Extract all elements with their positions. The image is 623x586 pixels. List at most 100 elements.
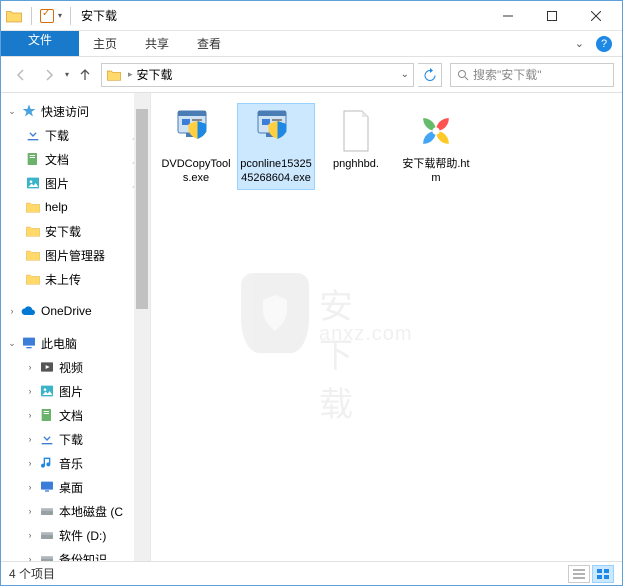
music-icon	[39, 455, 55, 471]
cloud-icon	[21, 303, 37, 319]
navigation-bar: ▾ ▸ 安下载 ⌄ 搜索"安下载"	[1, 57, 622, 93]
refresh-icon	[423, 68, 436, 81]
folder-icon	[25, 271, 41, 287]
expand-icon[interactable]: ›	[25, 530, 35, 540]
status-text: 4 个项目	[9, 565, 55, 582]
sidebar-item-备份知识[interactable]: ›备份知识	[1, 547, 150, 561]
history-dropdown-icon[interactable]: ▾	[65, 70, 69, 79]
desktop-icon	[39, 479, 55, 495]
sidebar-item-下载[interactable]: › 下载	[1, 427, 150, 451]
expand-icon[interactable]: ›	[25, 458, 35, 468]
scrollbar-thumb[interactable]	[136, 109, 148, 309]
minimize-button[interactable]	[486, 2, 530, 30]
properties-icon[interactable]	[40, 9, 54, 23]
sidebar-item-文档[interactable]: 文档📌	[1, 147, 150, 171]
details-icon	[573, 569, 585, 579]
sidebar-item-图片[interactable]: 图片📌	[1, 171, 150, 195]
expand-ribbon-icon[interactable]: ⌄	[575, 37, 584, 50]
refresh-button[interactable]	[418, 63, 442, 87]
sidebar-item-label: 下载	[45, 127, 69, 144]
window-controls	[486, 2, 618, 30]
tab-share[interactable]: 共享	[131, 31, 183, 56]
quick-access-toolbar: ▾	[5, 7, 75, 25]
search-icon	[457, 69, 469, 81]
watermark: 安下载 anxz.com	[241, 273, 309, 353]
collapse-icon[interactable]: ⌄	[7, 106, 17, 117]
details-view-button[interactable]	[568, 565, 590, 583]
sidebar-scrollbar[interactable]	[134, 93, 150, 561]
forward-button[interactable]	[37, 63, 61, 87]
file-item[interactable]: 安下载帮助.htm	[397, 103, 475, 190]
ribbon-right: ⌄ ?	[575, 31, 622, 56]
drive-icon	[39, 503, 55, 519]
drive-icon	[39, 527, 55, 543]
tab-view[interactable]: 查看	[183, 31, 235, 56]
videos-icon	[39, 359, 55, 375]
sidebar-item-label: 下载	[59, 431, 83, 448]
expand-icon[interactable]: ›	[7, 306, 17, 316]
pc-icon	[21, 335, 37, 351]
sidebar-item-label: help	[45, 200, 68, 214]
sidebar-item-下载[interactable]: 下载📌	[1, 123, 150, 147]
expand-icon[interactable]: ›	[25, 506, 35, 516]
expand-icon[interactable]: ›	[25, 362, 35, 372]
sidebar-item-安下载[interactable]: 安下载	[1, 219, 150, 243]
sidebar-item-文档[interactable]: ›文档	[1, 403, 150, 427]
expand-icon[interactable]: ›	[25, 386, 35, 396]
collapse-icon[interactable]: ⌄	[7, 338, 17, 349]
file-item[interactable]: pconline1532545268604.exe	[237, 103, 315, 190]
expand-icon[interactable]: ›	[25, 554, 35, 561]
exe-shield-icon	[172, 107, 220, 155]
drive-icon	[39, 551, 55, 561]
sidebar-quick-access[interactable]: ⌄ 快速访问	[1, 99, 150, 123]
status-bar: 4 个项目	[1, 561, 622, 585]
sidebar-item-label: 本地磁盘 (C	[59, 503, 123, 520]
folder-icon	[5, 7, 23, 25]
sidebar-item-图片[interactable]: ›图片	[1, 379, 150, 403]
file-name: pconline1532545268604.exe	[239, 157, 313, 186]
up-button[interactable]	[73, 63, 97, 87]
file-item[interactable]: DVDCopyTools.exe	[157, 103, 235, 190]
sidebar-item-本地磁盘 (C[interactable]: › 本地磁盘 (C	[1, 499, 150, 523]
expand-icon[interactable]: ›	[25, 482, 35, 492]
sidebar-item-help[interactable]: help	[1, 195, 150, 219]
sidebar-item-图片管理器[interactable]: 图片管理器	[1, 243, 150, 267]
qat-dropdown-icon[interactable]: ▾	[58, 11, 62, 20]
file-list-pane[interactable]: DVDCopyTools.exepconline1532545268604.ex…	[151, 93, 622, 561]
folder-icon	[106, 67, 122, 83]
navigation-pane: ⌄ 快速访问 下载📌文档📌图片📌 help 安下载图片管理器未上传 › OneDri…	[1, 93, 151, 561]
back-button[interactable]	[9, 63, 33, 87]
tab-home[interactable]: 主页	[79, 31, 131, 56]
watermark-text-1: 安下载	[319, 279, 355, 426]
icons-view-button[interactable]	[592, 565, 614, 583]
sidebar-item-label: 文档	[45, 151, 69, 168]
download-icon	[25, 127, 41, 143]
star-icon	[21, 103, 37, 119]
sidebar-item-label: 视频	[59, 359, 83, 376]
search-box[interactable]: 搜索"安下载"	[450, 63, 614, 87]
maximize-button[interactable]	[530, 2, 574, 30]
expand-icon[interactable]: ›	[25, 410, 35, 420]
pictures-icon	[25, 175, 41, 191]
address-dropdown-icon[interactable]: ⌄	[401, 69, 409, 80]
breadcrumb-item[interactable]: 安下载	[135, 66, 175, 83]
file-item[interactable]: pnghhbd.	[317, 103, 395, 190]
chevron-right-icon[interactable]: ▸	[126, 69, 135, 80]
address-bar[interactable]: ▸ 安下载 ⌄	[101, 63, 414, 87]
sidebar-item-桌面[interactable]: ›桌面	[1, 475, 150, 499]
separator	[70, 7, 71, 25]
separator	[31, 7, 32, 25]
sidebar-this-pc[interactable]: ⌄ 此电脑	[1, 331, 150, 355]
file-name: 安下载帮助.htm	[399, 157, 473, 186]
sidebar-item-未上传[interactable]: 未上传	[1, 267, 150, 291]
sidebar-item-软件 (D:)[interactable]: › 软件 (D:)	[1, 523, 150, 547]
tab-file[interactable]: 文件	[1, 31, 79, 56]
help-icon[interactable]: ?	[596, 36, 612, 52]
close-button[interactable]	[574, 2, 618, 30]
sidebar-onedrive[interactable]: › OneDrive	[1, 299, 150, 323]
sidebar-item-音乐[interactable]: ›音乐	[1, 451, 150, 475]
expand-icon[interactable]: ›	[25, 434, 35, 444]
sidebar-item-视频[interactable]: › 视频	[1, 355, 150, 379]
sidebar-item-label: 图片	[45, 175, 69, 192]
sidebar-item-label: 软件 (D:)	[59, 527, 106, 544]
